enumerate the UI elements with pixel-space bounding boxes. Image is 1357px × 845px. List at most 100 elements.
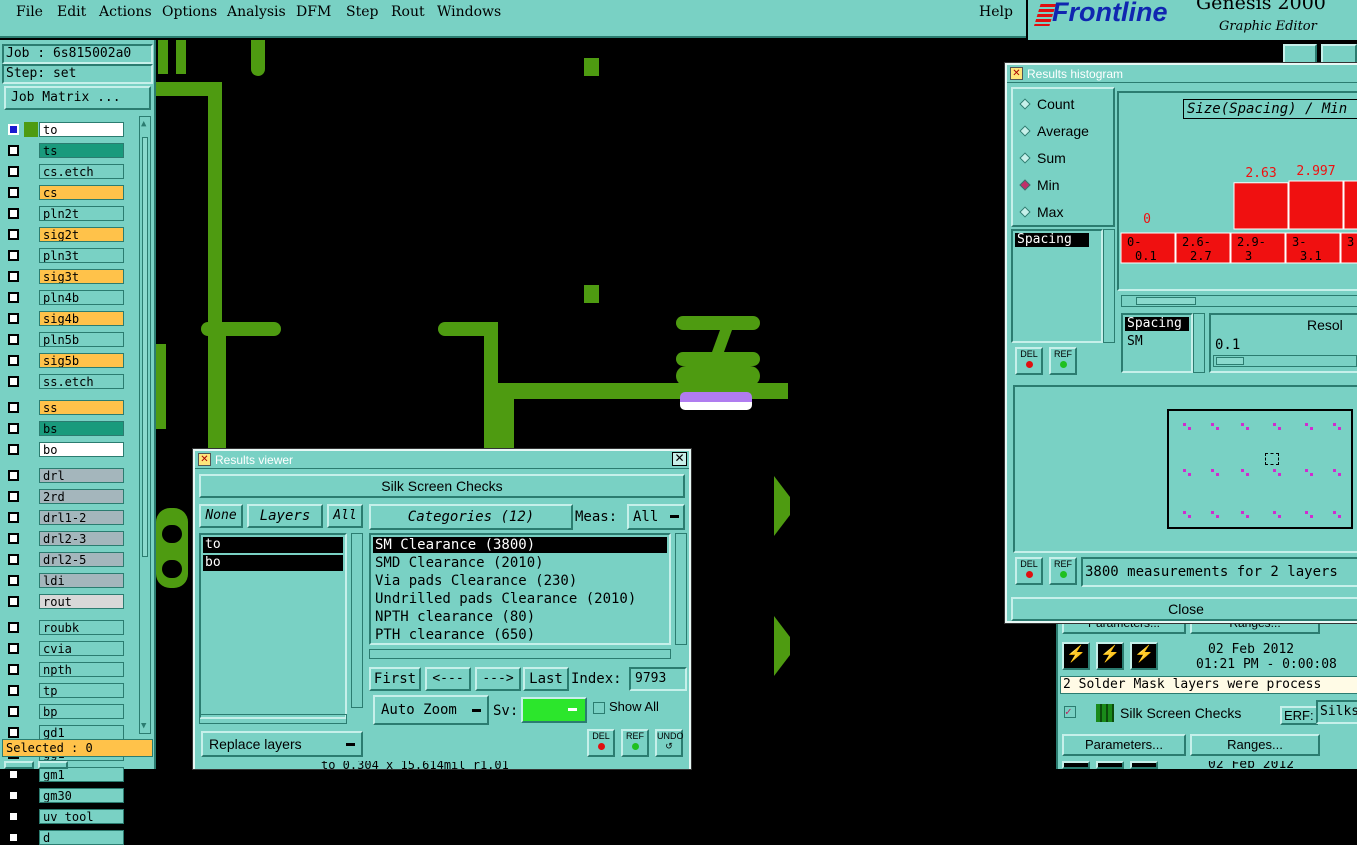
menu-dfm[interactable]: DFM <box>296 4 331 20</box>
layer-name[interactable]: roubk <box>39 620 124 635</box>
layers-list-item[interactable]: to <box>203 537 343 553</box>
bottom-tool-button[interactable] <box>4 761 34 769</box>
layer-row[interactable]: cs.etch <box>6 164 124 179</box>
run-check-icon[interactable] <box>1062 761 1090 769</box>
layer-checkbox[interactable] <box>8 444 19 455</box>
layer-checkbox[interactable] <box>8 622 19 633</box>
layer-name[interactable]: uv_tool <box>39 809 124 824</box>
type-list-item[interactable]: SM <box>1125 335 1189 349</box>
layer-row[interactable]: gd1 <box>6 725 124 740</box>
ref-button[interactable]: REF <box>1049 557 1077 585</box>
layer-row[interactable]: roubk <box>6 620 124 635</box>
layer-checkbox[interactable] <box>8 376 19 387</box>
type-list-item[interactable]: Spacing <box>1015 233 1089 247</box>
layer-checkbox[interactable] <box>8 313 19 324</box>
undo-button[interactable]: UNDO ↺ <box>655 729 684 757</box>
layer-checkbox[interactable] <box>8 664 19 675</box>
run-check-icon[interactable]: ⚡ <box>1130 642 1158 670</box>
erf-input[interactable]: Silks <box>1316 700 1357 724</box>
resolution-slider[interactable] <box>1213 355 1357 367</box>
category-item[interactable]: Undrilled pads Clearance (2010) <box>373 591 667 607</box>
layer-row[interactable]: pln3t <box>6 248 124 263</box>
layer-checkbox[interactable] <box>8 832 19 843</box>
layer-checkbox[interactable] <box>8 124 19 135</box>
check-enabled-checkbox[interactable]: ✓ <box>1064 706 1076 718</box>
layer-name[interactable]: drl <box>39 468 124 483</box>
menu-rout[interactable]: Rout <box>391 4 425 20</box>
meas-dropdown[interactable]: All <box>627 504 685 530</box>
layer-row[interactable]: npth <box>6 662 124 677</box>
type-list-scrollbar[interactable] <box>1103 229 1115 343</box>
layer-name[interactable]: pln3t <box>39 248 124 263</box>
layer-checkbox[interactable] <box>8 811 19 822</box>
layer-checkbox[interactable] <box>8 706 19 717</box>
layer-row[interactable]: pln2t <box>6 206 124 221</box>
prev-button[interactable]: <--- <box>425 667 471 691</box>
layer-checkbox[interactable] <box>8 250 19 261</box>
all-layers-button[interactable]: All <box>327 504 363 528</box>
menu-analysis[interactable]: Analysis <box>227 4 286 20</box>
category-item[interactable]: NPTH clearance (80) <box>373 609 667 625</box>
layer-checkbox[interactable] <box>8 402 19 413</box>
layer-name[interactable]: to <box>39 122 124 137</box>
window-menu-icon[interactable]: ✕ <box>198 453 211 466</box>
window-menu-icon[interactable]: ✕ <box>1010 67 1023 80</box>
layer-row[interactable]: sig3t <box>6 269 124 284</box>
layer-checkbox[interactable] <box>8 334 19 345</box>
layer-row[interactable]: drl2-5 <box>6 552 124 567</box>
layer-row[interactable]: pln5b <box>6 332 124 347</box>
layer-name[interactable]: bp <box>39 704 124 719</box>
layer-row[interactable]: gm30 <box>6 788 124 803</box>
layer-name[interactable]: drl2-5 <box>39 552 124 567</box>
layer-name[interactable]: sig5b <box>39 353 124 368</box>
ranges-button[interactable]: Ranges... <box>1190 734 1320 756</box>
layers-list-scrollbar[interactable] <box>351 533 363 708</box>
layer-name[interactable]: pln4b <box>39 290 124 305</box>
layer-row[interactable]: uv_tool <box>6 809 124 824</box>
layer-name[interactable]: pln2t <box>39 206 124 221</box>
layer-name[interactable]: bs <box>39 421 124 436</box>
last-button[interactable]: Last <box>523 667 569 691</box>
layer-name[interactable]: pln5b <box>39 332 124 347</box>
layer-name[interactable]: tp <box>39 683 124 698</box>
layer-name[interactable]: sig4b <box>39 311 124 326</box>
layer-row[interactable]: bs <box>6 421 124 436</box>
mode-option-sum[interactable]: Sum <box>1019 149 1111 167</box>
histogram-bar[interactable] <box>1233 182 1289 230</box>
layer-name[interactable]: drl2-3 <box>39 531 124 546</box>
layers-list-hscrollbar[interactable] <box>199 714 347 724</box>
radio-diamond-icon[interactable] <box>1019 179 1031 191</box>
menu-file[interactable]: File <box>16 4 43 20</box>
layer-name[interactable]: rout <box>39 594 124 609</box>
auto-zoom-dropdown[interactable]: Auto Zoom <box>373 695 489 725</box>
next-button[interactable]: ---> <box>475 667 521 691</box>
layer-row[interactable]: drl1-2 <box>6 510 124 525</box>
layer-name[interactable]: sig2t <box>39 227 124 242</box>
layer-row[interactable]: ss.etch <box>6 374 124 389</box>
categories-list-scrollbar[interactable] <box>675 533 687 645</box>
histogram-titlebar[interactable]: ✕ Results histogram <box>1007 65 1357 83</box>
del-button[interactable]: DEL <box>587 729 615 757</box>
type-list-2-scrollbar[interactable] <box>1193 313 1205 373</box>
layer-row[interactable]: gm1 <box>6 767 124 782</box>
run-check-icon[interactable] <box>1096 761 1124 769</box>
layer-checkbox[interactable] <box>8 491 19 502</box>
layer-name[interactable]: cs <box>39 185 124 200</box>
layer-checkbox[interactable] <box>8 512 19 523</box>
layer-name[interactable]: cvia <box>39 641 124 656</box>
layer-name[interactable]: bo <box>39 442 124 457</box>
layer-row[interactable]: drl <box>6 468 124 483</box>
layer-name[interactable]: ldi <box>39 573 124 588</box>
index-input[interactable]: 9793 <box>629 667 687 691</box>
run-check-icon[interactable] <box>1130 761 1158 769</box>
layer-checkbox[interactable] <box>8 769 19 780</box>
none-button[interactable]: None <box>199 504 243 528</box>
layer-name[interactable]: drl1-2 <box>39 510 124 525</box>
chart-hscrollbar[interactable] <box>1121 295 1357 307</box>
run-check-icon[interactable]: ⚡ <box>1096 642 1124 670</box>
layer-name[interactable]: gm1 <box>39 767 124 782</box>
layer-row[interactable]: ss <box>6 400 124 415</box>
menu-step[interactable]: Step <box>346 4 378 20</box>
severity-dropdown[interactable] <box>521 697 587 723</box>
layer-checkbox[interactable] <box>8 790 19 801</box>
